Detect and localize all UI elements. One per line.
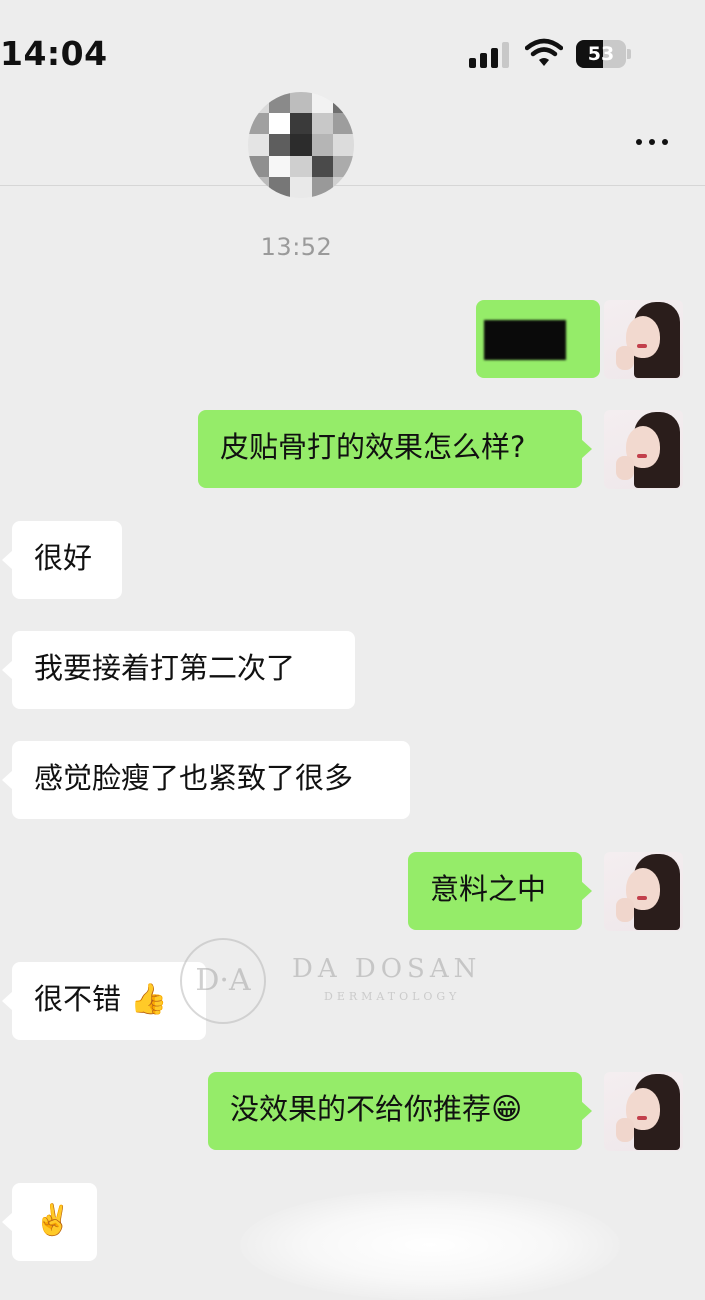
- sent-message-bubble[interactable]: 意料之中: [408, 852, 592, 930]
- thumbs-up-icon: 👍: [130, 982, 168, 1017]
- received-message-bubble[interactable]: 我要接着打第二次了: [2, 631, 355, 709]
- status-bar: 14:04 53: [0, 0, 705, 100]
- watermark: D·A DA DOSAN DERMATOLOGY: [180, 938, 500, 1028]
- more-dots-icon[interactable]: [632, 132, 672, 152]
- message-text: 没效果的不给你推荐: [230, 1092, 492, 1126]
- watermark-title: DA DOSAN: [292, 954, 482, 984]
- self-avatar[interactable]: [604, 300, 683, 379]
- chat-header: [0, 92, 705, 198]
- message-text: 意料之中: [430, 872, 547, 906]
- status-time: 14:04: [0, 34, 108, 73]
- victory-hand-icon: ✌️: [34, 1203, 72, 1238]
- battery-icon: 53: [576, 40, 631, 68]
- cellular-signal-icon: [469, 42, 511, 68]
- message-text: 很好: [34, 541, 93, 575]
- received-message-bubble[interactable]: 很不错 👍: [2, 962, 206, 1040]
- watermark-logo: D·A: [180, 938, 266, 1024]
- bottom-blur: [240, 1190, 620, 1300]
- self-avatar[interactable]: [604, 1072, 683, 1151]
- message-text: 我要接着打第二次了: [34, 651, 296, 685]
- watermark-subtitle: DERMATOLOGY: [324, 990, 461, 1003]
- wifi-icon: [525, 38, 563, 66]
- sent-message-bubble[interactable]: 没效果的不给你推荐😁: [208, 1072, 592, 1150]
- self-avatar[interactable]: [604, 852, 683, 931]
- redacted-sent-message[interactable]: [476, 300, 600, 378]
- received-message-bubble[interactable]: ✌️: [2, 1183, 97, 1261]
- chat-timestamp: 13:52: [260, 233, 333, 261]
- grinning-face-icon: 😁: [491, 1092, 523, 1127]
- sent-message-bubble[interactable]: 皮贴骨打的效果怎么样?: [198, 410, 592, 488]
- message-text: 很不错: [34, 982, 122, 1016]
- self-avatar[interactable]: [604, 410, 683, 489]
- received-message-bubble[interactable]: 感觉脸瘦了也紧致了很多: [2, 741, 410, 819]
- message-text: 皮贴骨打的效果怎么样?: [220, 430, 526, 464]
- message-text: 感觉脸瘦了也紧致了很多: [34, 761, 354, 795]
- contact-avatar-pixelated[interactable]: [248, 92, 354, 198]
- received-message-bubble[interactable]: 很好: [2, 521, 122, 599]
- battery-level: 53: [587, 43, 615, 65]
